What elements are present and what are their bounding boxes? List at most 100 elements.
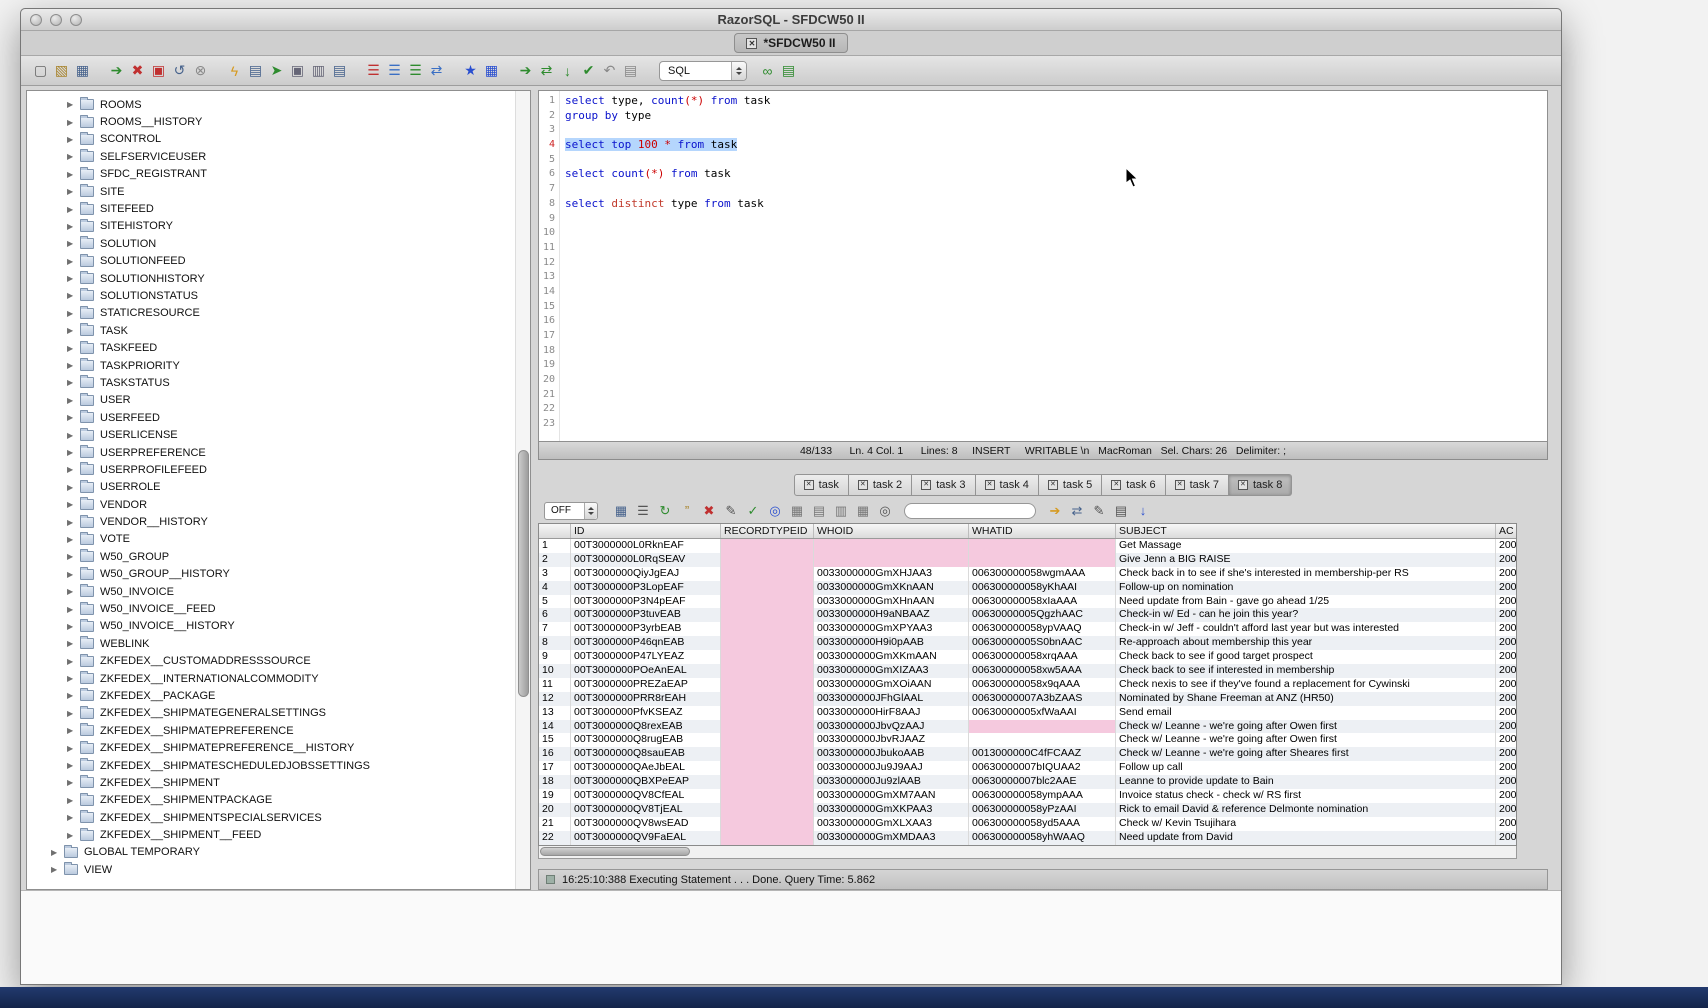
grid-cell[interactable]: 0033000000GmXM7AAN — [814, 789, 969, 803]
disclosure-triangle-icon[interactable]: ▶ — [67, 205, 80, 214]
code-line[interactable] — [565, 388, 1547, 403]
grid-cell[interactable]: 200 — [1496, 747, 1517, 761]
tree-item-sfdc-registrant[interactable]: ▶SFDC_REGISTRANT — [27, 166, 530, 183]
code-line[interactable] — [565, 344, 1547, 359]
tree-item-w50-invoice-history[interactable]: ▶W50_INVOICE__HISTORY — [27, 618, 530, 635]
grid-cell[interactable] — [814, 539, 969, 553]
disclosure-triangle-icon[interactable]: ▶ — [67, 709, 80, 718]
result-tab-task-3[interactable]: task 3 — [912, 474, 975, 496]
tree-item-userrole[interactable]: ▶USERROLE — [27, 479, 530, 496]
grid-cell[interactable]: 00630000007blc2AAE — [969, 775, 1116, 789]
sql-mode-combobox[interactable]: SQL — [659, 61, 747, 81]
code-line[interactable] — [565, 226, 1547, 241]
tree-item-taskstatus[interactable]: ▶TASKSTATUS — [27, 374, 530, 391]
grid-cell[interactable]: 200 — [1496, 831, 1517, 845]
grid-cell[interactable]: 00T3000000PfvKSEAZ — [571, 706, 721, 720]
grid-cell[interactable]: 006300000058xrqAAA — [969, 650, 1116, 664]
tab-close-icon[interactable] — [921, 480, 931, 490]
tree-scrollbar[interactable] — [515, 91, 530, 889]
tree-item-selfserviceuser[interactable]: ▶SELFSERVICEUSER — [27, 148, 530, 165]
grid-cell[interactable]: 00T3000000QAeJbEAL — [571, 761, 721, 775]
table-row[interactable]: 2200T3000000QV9FaEAL0033000000GmXMDAA300… — [539, 831, 1516, 845]
disclosure-triangle-icon[interactable]: ▶ — [67, 222, 80, 231]
disclosure-triangle-icon[interactable]: ▶ — [67, 187, 80, 196]
grid-cell[interactable]: 200 — [1496, 650, 1517, 664]
row-number[interactable]: 2 — [539, 553, 571, 567]
log-icon[interactable]: ▤ — [329, 61, 350, 81]
disclosure-triangle-icon[interactable]: ▶ — [67, 448, 80, 457]
window-zoom-button[interactable] — [70, 14, 82, 26]
code-line[interactable]: select count(*) from task — [565, 167, 1547, 182]
disclosure-triangle-icon[interactable]: ▶ — [67, 326, 80, 335]
grid-cell[interactable]: 00630000007bIQUAA2 — [969, 761, 1116, 775]
table-row[interactable]: 400T3000000P3LopEAF0033000000GmXKnAAN006… — [539, 581, 1516, 595]
grid-cell[interactable]: 00T3000000P3N4pEAF — [571, 595, 721, 609]
grid-cell[interactable]: 200 — [1496, 595, 1517, 609]
grid-cell[interactable]: Give Jenn a BIG RAISE — [1116, 553, 1496, 567]
disclosure-triangle-icon[interactable]: ▶ — [67, 396, 80, 405]
disclosure-triangle-icon[interactable]: ▶ — [67, 726, 80, 735]
grid-cell[interactable]: 0033000000Ju9zlAAB — [814, 775, 969, 789]
grid-cell[interactable] — [969, 539, 1116, 553]
grid-cell[interactable]: Check w/ Leanne - we're going after Shea… — [1116, 747, 1496, 761]
grid-cell[interactable] — [721, 636, 814, 650]
grid-cell[interactable]: Invoice status check - check w/ RS first — [1116, 789, 1496, 803]
row-number[interactable]: 9 — [539, 650, 571, 664]
table-row[interactable]: 1400T3000000Q8rexEAB0033000000JbvQzAAJCh… — [539, 720, 1516, 734]
grid-cell[interactable]: 200 — [1496, 692, 1517, 706]
refresh-icon[interactable]: ↻ — [654, 501, 676, 521]
grid-cell[interactable]: Need update from David — [1116, 831, 1496, 845]
code-line[interactable] — [565, 314, 1547, 329]
grid-cell[interactable]: 00T3000000P3yrbEAB — [571, 622, 721, 636]
tab-close-icon[interactable] — [1175, 480, 1185, 490]
table-row[interactable]: 300T3000000QiyJgEAJ0033000000GmXHJAA3006… — [539, 567, 1516, 581]
table-row[interactable]: 1300T3000000PfvKSEAZ0033000000HirF8AAJ00… — [539, 706, 1516, 720]
disclosure-triangle-icon[interactable]: ▶ — [67, 761, 80, 770]
disclosure-triangle-icon[interactable]: ▶ — [67, 778, 80, 787]
grid-cell[interactable] — [721, 595, 814, 609]
disclosure-triangle-icon[interactable]: ▶ — [67, 622, 80, 631]
reexecute-icon[interactable]: ⇄ — [536, 61, 557, 81]
grid-cell[interactable]: 00T3000000Q8rugEAB — [571, 733, 721, 747]
tree-item-global-temporary[interactable]: ▶GLOBAL TEMPORARY — [27, 844, 530, 861]
grid-cell[interactable]: 200 — [1496, 803, 1517, 817]
row-number[interactable]: 7 — [539, 622, 571, 636]
disclosure-triangle-icon[interactable]: ▶ — [67, 483, 80, 492]
commit-icon[interactable]: ▣ — [148, 61, 169, 81]
disconnect-icon[interactable]: ✖ — [127, 61, 148, 81]
grid-cell[interactable] — [721, 608, 814, 622]
grid-cell[interactable]: 00T3000000P3tuvEAB — [571, 608, 721, 622]
grid-options-icon[interactable]: ▦ — [852, 501, 874, 521]
grid-cell[interactable] — [721, 567, 814, 581]
off-combobox[interactable]: OFF — [544, 502, 598, 520]
grid-cell[interactable] — [969, 733, 1116, 747]
grid-cell[interactable]: 00T3000000P47LYEAZ — [571, 650, 721, 664]
grid-cell[interactable]: 006300000058x9qAAA — [969, 678, 1116, 692]
table-row[interactable]: 1900T3000000QV8CfEAL0033000000GmXM7AAN00… — [539, 789, 1516, 803]
grid-cell[interactable] — [721, 803, 814, 817]
tree-item-solution[interactable]: ▶SOLUTION — [27, 235, 530, 252]
describe-table-icon[interactable]: ▤ — [245, 61, 266, 81]
grid-cell[interactable] — [721, 789, 814, 803]
grid-cell[interactable]: 00630000005xfWaAAI — [969, 706, 1116, 720]
grid-cell[interactable]: 200 — [1496, 608, 1517, 622]
grid-cell[interactable]: 006300000058wgmAAA — [969, 567, 1116, 581]
code-line[interactable] — [565, 256, 1547, 271]
disclosure-triangle-icon[interactable]: ▶ — [67, 465, 80, 474]
apply-filter-icon[interactable]: ➔ — [1044, 501, 1066, 521]
grid-cell[interactable]: Check w/ Kevin Tsujihara — [1116, 817, 1496, 831]
disclosure-triangle-icon[interactable]: ▶ — [67, 118, 80, 127]
disclosure-triangle-icon[interactable]: ▶ — [67, 605, 80, 614]
grid-cell[interactable] — [721, 720, 814, 734]
table-row[interactable]: 1600T3000000Q8sauEAB0033000000JbukoAAB00… — [539, 747, 1516, 761]
results-filter-input[interactable] — [904, 503, 1036, 519]
tree-item-sitefeed[interactable]: ▶SITEFEED — [27, 200, 530, 217]
row-number[interactable]: 6 — [539, 608, 571, 622]
row-number[interactable]: 15 — [539, 733, 571, 747]
grid-cell[interactable] — [721, 664, 814, 678]
disclosure-triangle-icon[interactable]: ▶ — [67, 691, 80, 700]
connect-icon[interactable]: ➔ — [106, 61, 127, 81]
grid-cell[interactable]: 00T3000000QV9FaEAL — [571, 831, 721, 845]
table-row[interactable]: 900T3000000P47LYEAZ0033000000GmXKmAAN006… — [539, 650, 1516, 664]
tree-item-userprofilefeed[interactable]: ▶USERPROFILEFEED — [27, 461, 530, 478]
